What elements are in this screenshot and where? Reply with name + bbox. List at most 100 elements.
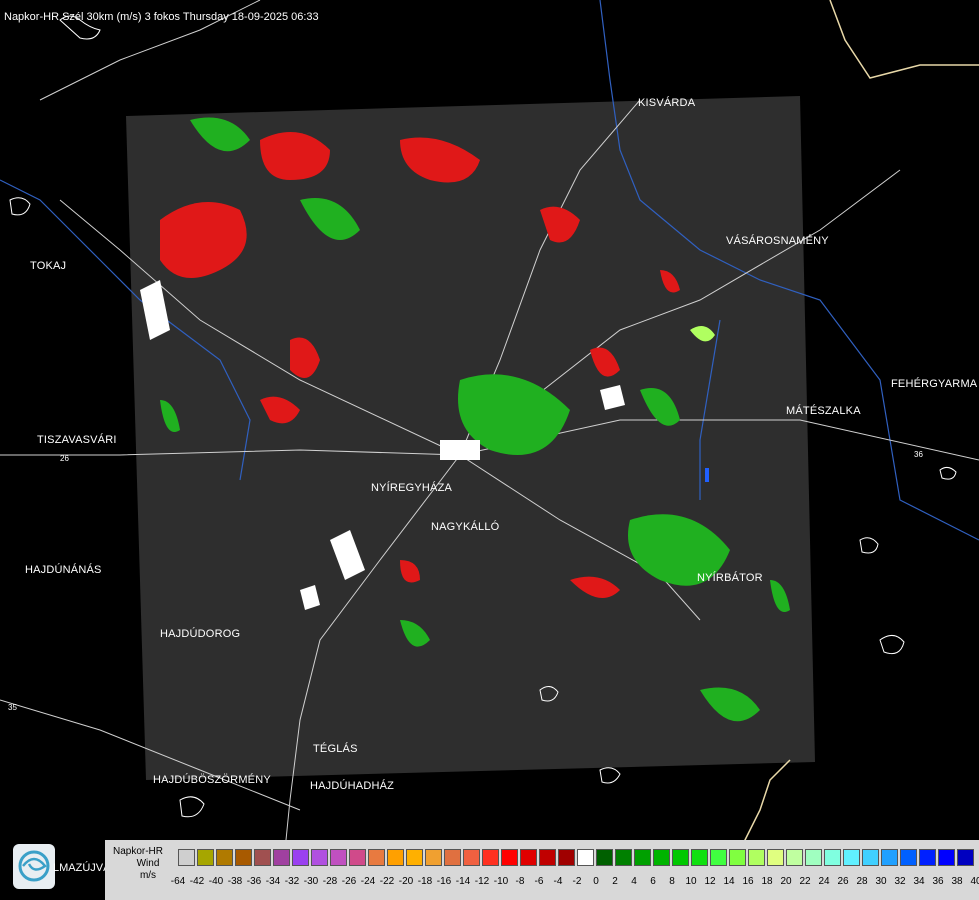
legend-tick-label: 14 [723,876,735,887]
legend-swatch [862,849,879,866]
legend-tick-label: -32 [284,876,300,887]
legend-swatch [292,849,309,866]
legend-swatch [368,849,385,866]
city-label-mateszalka: MÁTÉSZALKA [786,405,861,417]
legend-title-line1: Napkor-HR [112,846,163,857]
legend-swatch [957,849,974,866]
city-label-teglas: TÉGLÁS [313,743,358,755]
legend-tick-label: 32 [894,876,906,887]
legend-tick-label: 30 [875,876,887,887]
legend-tick-label: -64 [170,876,186,887]
legend-swatch [216,849,233,866]
legend-tick-label: -26 [341,876,357,887]
legend-tick-label: -10 [493,876,509,887]
legend-tick-label: -30 [303,876,319,887]
legend-tick-label: 22 [799,876,811,887]
radar-map [0,0,979,900]
map-title: Napkor-HR Szél 30km (m/s) 3 fokos Thursd… [4,11,319,23]
legend-swatch [558,849,575,866]
legend-title-line3: m/s [139,870,157,881]
city-label-kisvarda: KISVÁRDA [638,97,696,109]
legend-swatch [748,849,765,866]
legend-tick-label: 12 [704,876,716,887]
legend-swatch [539,849,556,866]
napkor-logo-icon [13,844,55,889]
radar-echoes-blue [705,468,709,482]
legend-swatch [634,849,651,866]
legend-swatch [444,849,461,866]
legend-tick-label: -36 [246,876,262,887]
city-label-tiszavasvari: TISZAVASVÁRI [37,434,117,446]
city-label-hajduboszormeny: HAJDÚBÖSZÖRMÉNY [153,774,271,786]
legend-swatch [786,849,803,866]
legend-tick-label: 8 [669,876,675,887]
legend-tick-label: 24 [818,876,830,887]
legend-tick-label: 20 [780,876,792,887]
legend-tick-label: -12 [474,876,490,887]
legend-swatch [710,849,727,866]
city-label-nagykallo: NAGYKÁLLÓ [431,521,500,533]
legend-tick-label: 10 [685,876,697,887]
city-label-nyiregyhaza: NYÍREGYHÁZA [371,482,453,494]
city-label-vasarosnameny: VÁSÁROSNAMÉNY [726,235,829,247]
legend-tick-label: 40 [970,876,979,887]
city-label-hajdunanas: HAJDÚNÁNÁS [25,564,102,576]
legend-tick-label: 2 [612,876,618,887]
radar-coverage-area [126,96,815,780]
legend-swatch [767,849,784,866]
legend-swatch [349,849,366,866]
legend-swatch [254,849,271,866]
legend-swatch [330,849,347,866]
legend-swatch [596,849,613,866]
legend-title-line2: Wind [136,858,160,869]
legend-swatch [691,849,708,866]
city-label-nyirbator: NYÍRBÁTOR [697,572,763,584]
road-number-26: 26 [60,454,69,463]
legend-tick-label: -18 [417,876,433,887]
legend-tick-label: 18 [761,876,773,887]
legend-tick-label: 0 [593,876,599,887]
legend-tick-label: 28 [856,876,868,887]
legend-tick-label: 4 [631,876,637,887]
legend-tick-label: -14 [455,876,471,887]
legend-swatch [824,849,841,866]
legend-tick-label: -38 [227,876,243,887]
legend-swatch [900,849,917,866]
legend-swatch [520,849,537,866]
city-label-tokaj: TOKAJ [30,260,67,272]
legend-swatch [387,849,404,866]
legend-swatch [425,849,442,866]
legend-swatch [919,849,936,866]
legend-tick-label: 34 [913,876,925,887]
legend-tick-label: -16 [436,876,452,887]
legend-swatch [273,849,290,866]
legend-swatch [482,849,499,866]
country-border [829,0,979,79]
legend-tick-label: -4 [553,876,563,887]
legend-tick-label: -2 [572,876,582,887]
legend-tick-label: 16 [742,876,754,887]
legend-swatch [463,849,480,866]
legend-tick-label: -42 [189,876,205,887]
legend-swatch [406,849,423,866]
legend-swatch [615,849,632,866]
legend-swatch [311,849,328,866]
legend-title: Napkor-HR Wind m/s [105,846,171,882]
legend-tick-label: -24 [360,876,376,887]
legend-swatch [881,849,898,866]
city-label-hajduhadhaz: HAJDÚHADHÁZ [310,780,395,792]
legend-tick-label: 26 [837,876,849,887]
legend-tick-label: 36 [932,876,944,887]
legend-swatch [672,849,689,866]
legend-swatch [577,849,594,866]
road-number-36: 36 [914,450,923,459]
city-label-hajdudorog: HAJDÚDOROG [160,628,241,640]
legend-swatch [178,849,195,866]
wind-legend: Napkor-HR Wind m/s -64 -42 -40 -38 -36 -34 -32… [105,840,979,900]
legend-swatch [653,849,670,866]
legend-swatch [843,849,860,866]
legend-tick-label: 38 [951,876,963,887]
legend-swatch [805,849,822,866]
legend-swatch [729,849,746,866]
road-number-35: 35 [8,703,17,712]
